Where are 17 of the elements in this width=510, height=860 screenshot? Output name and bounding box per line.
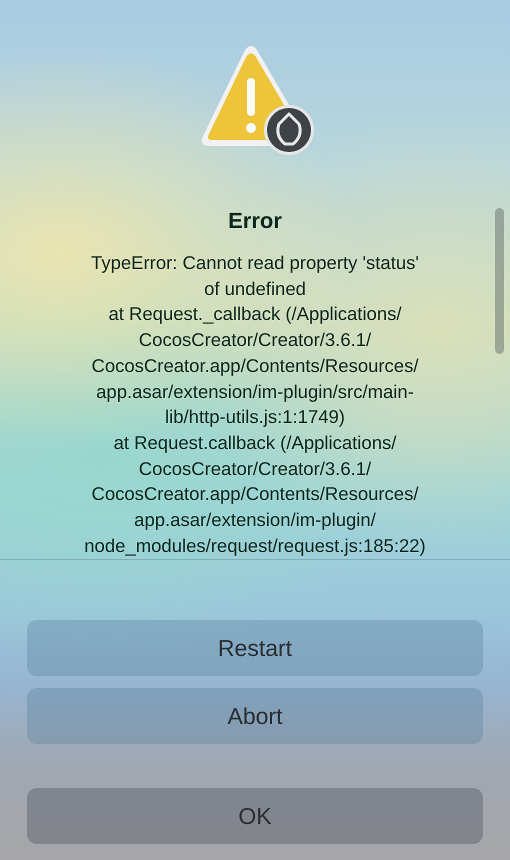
error-message-line: TypeError: Cannot read property 'status' bbox=[90, 251, 420, 275]
error-message-line: app.asar/extension/im-plugin/src/main- bbox=[95, 380, 415, 404]
error-message-line: at Request.callback (/Applications/ bbox=[112, 430, 398, 455]
error-message-line: at Request._callback (/Applications/ bbox=[107, 302, 403, 326]
scrollbar[interactable] bbox=[495, 208, 504, 354]
error-message-line: of undefined bbox=[203, 276, 307, 301]
error-message-line: CocosCreator/Creator/3.6.1/ bbox=[138, 328, 372, 352]
dialog-button[interactable]: Restart bbox=[27, 620, 483, 676]
error-message-line: CocosCreator.app/Contents/Resources/ bbox=[90, 354, 420, 378]
error-message-line: CocosCreator.app/Contents/Resources/ bbox=[90, 482, 420, 506]
dialog-title: Error bbox=[228, 208, 282, 234]
dialog-button[interactable]: Abort bbox=[27, 688, 483, 744]
error-message-line: CocosCreator/Creator/3.6.1/ bbox=[138, 456, 372, 481]
ok-button[interactable]: OK bbox=[27, 788, 483, 844]
error-message-line: node_modules/request/request.js:185:22) bbox=[83, 534, 427, 558]
error-message-line: lib/http-utils.js:1:1749) bbox=[164, 405, 346, 430]
error-message-line: app.asar/extension/im-plugin/ bbox=[133, 508, 377, 532]
